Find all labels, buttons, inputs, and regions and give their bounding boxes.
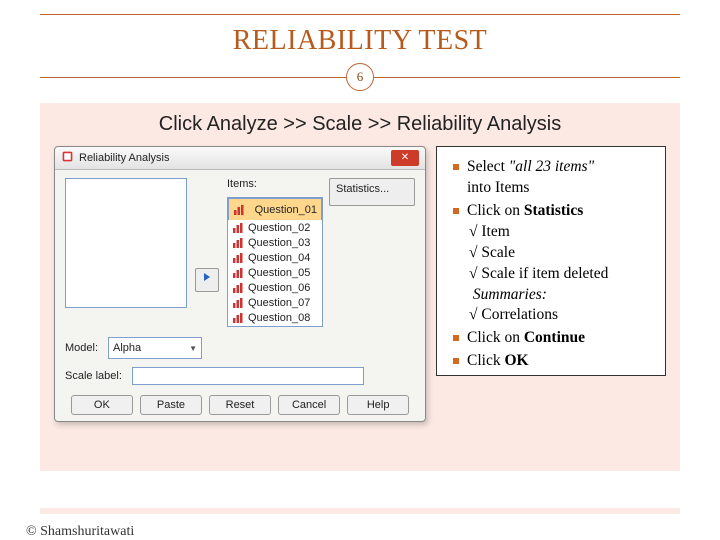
instruction-line: Click OK [467, 351, 653, 372]
scale-label-input[interactable] [132, 367, 364, 385]
variable-icon [232, 282, 244, 294]
list-item-label: Question_01 [255, 204, 317, 216]
variable-icon [232, 222, 244, 234]
footer-copyright: © Shamshuritawati [26, 524, 134, 540]
list-item[interactable]: Question_01 [228, 198, 322, 220]
instruction-line: Click on Statistics √ Item √ Scale √ Sca… [467, 201, 653, 327]
variable-icon [232, 312, 244, 324]
list-item-label: Question_09 [248, 327, 310, 328]
bottom-stripe [40, 508, 680, 514]
variable-icon [232, 297, 244, 309]
source-variables-list[interactable] [65, 178, 187, 308]
move-right-button[interactable] [195, 268, 219, 292]
paste-button[interactable]: Paste [140, 395, 202, 415]
app-icon [61, 150, 79, 166]
arrow-right-icon [202, 272, 212, 282]
list-item-label: Question_03 [248, 237, 310, 249]
items-list[interactable]: Question_01 Question_02 Question_03 Questio… [227, 197, 323, 327]
list-item-label: Question_04 [248, 252, 310, 264]
scale-label-label: Scale label: [65, 370, 122, 382]
reset-button[interactable]: Reset [209, 395, 271, 415]
ok-button[interactable]: OK [71, 395, 133, 415]
badge-divider: 6 [40, 63, 680, 91]
list-item[interactable]: Question_04 [228, 250, 322, 265]
model-dropdown[interactable]: Alpha ▼ [108, 337, 202, 359]
list-item[interactable]: Question_05 [228, 265, 322, 280]
instruction-line: Click on Continue [467, 328, 653, 349]
page-title: RELIABILITY TEST [0, 25, 720, 57]
list-item-label: Question_02 [248, 222, 310, 234]
close-icon[interactable]: ✕ [391, 150, 419, 166]
list-item[interactable]: Question_03 [228, 235, 322, 250]
list-item-label: Question_08 [248, 312, 310, 324]
model-value: Alpha [113, 342, 141, 354]
list-item[interactable]: Question_09 [228, 325, 322, 327]
page-number-badge: 6 [346, 63, 374, 91]
instructions-panel: Select "all 23 items" into Items Click o… [436, 146, 666, 376]
cancel-button[interactable]: Cancel [278, 395, 340, 415]
variable-icon [232, 252, 244, 264]
list-item[interactable]: Question_06 [228, 280, 322, 295]
list-item-label: Question_07 [248, 297, 310, 309]
instruction-line: Select "all 23 items" into Items [467, 157, 653, 199]
list-item[interactable]: Question_08 [228, 310, 322, 325]
list-item[interactable]: Question_02 [228, 220, 322, 235]
dialog-titlebar: Reliability Analysis ✕ [55, 147, 425, 170]
variable-icon [232, 267, 244, 279]
dialog-title: Reliability Analysis [79, 152, 391, 164]
breadcrumb: Click Analyze >> Scale >> Reliability An… [40, 113, 680, 136]
chevron-down-icon: ▼ [189, 344, 197, 353]
model-label: Model: [65, 342, 98, 354]
variable-icon [233, 204, 245, 216]
reliability-dialog: Reliability Analysis ✕ Items: Question_0… [54, 146, 426, 422]
list-item[interactable]: Question_07 [228, 295, 322, 310]
items-label: Items: [227, 178, 323, 190]
variable-icon [232, 327, 244, 328]
help-button[interactable]: Help [347, 395, 409, 415]
variable-icon [232, 237, 244, 249]
content-panel: Click Analyze >> Scale >> Reliability An… [40, 103, 680, 471]
statistics-button[interactable]: Statistics... [329, 178, 415, 206]
list-item-label: Question_05 [248, 267, 310, 279]
list-item-label: Question_06 [248, 282, 310, 294]
